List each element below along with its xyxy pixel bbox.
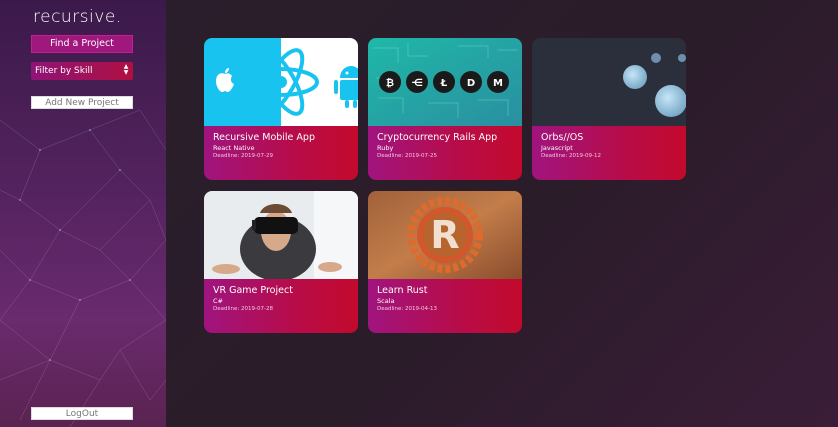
project-language: C# — [213, 297, 223, 305]
project-language: Ruby — [377, 144, 394, 152]
project-card[interactable]: R Learn Rust Scala Deadline: 2019-04-13 — [368, 191, 522, 333]
project-info: Learn Rust Scala Deadline: 2019-04-13 — [368, 279, 522, 333]
filter-by-skill-select[interactable]: Filter by Skill ▲ ▼ — [31, 62, 133, 80]
project-info: Orbs//OS Javascript Deadline: 2019-09-12 — [532, 126, 686, 180]
project-card[interactable]: ₿ ⋲ Ł D M Cryptocurrency Rails App Ruby … — [368, 38, 522, 180]
svg-text:⋲: ⋲ — [411, 78, 423, 89]
logout-button[interactable]: LogOut — [31, 407, 133, 420]
project-title: VR Game Project — [213, 285, 293, 296]
project-card[interactable]: Orbs//OS Javascript Deadline: 2019-09-12 — [532, 38, 686, 180]
vr-headset-icon — [254, 217, 298, 234]
project-image: R — [368, 191, 522, 279]
orb-icon — [623, 65, 647, 89]
project-image — [204, 38, 358, 126]
filter-label: Filter by Skill — [35, 66, 93, 76]
project-image — [532, 38, 686, 126]
project-title: Learn Rust — [377, 285, 428, 296]
project-info: Recursive Mobile App React Native Deadli… — [204, 126, 358, 180]
project-language: Javascript — [541, 144, 573, 152]
project-info: VR Game Project C# Deadline: 2019-07-28 — [204, 279, 358, 333]
project-deadline: Deadline: 2019-07-25 — [377, 153, 437, 159]
project-title: Cryptocurrency Rails App — [377, 132, 498, 143]
project-card[interactable]: VR Game Project C# Deadline: 2019-07-28 — [204, 191, 358, 333]
project-deadline: Deadline: 2019-04-13 — [377, 306, 437, 312]
project-deadline: Deadline: 2019-07-29 — [213, 153, 273, 159]
project-card[interactable]: Recursive Mobile App React Native Deadli… — [204, 38, 358, 180]
project-language: React Native — [213, 144, 255, 152]
add-new-project-button[interactable]: Add New Project — [31, 96, 133, 109]
select-arrows-icon: ▲ ▼ — [123, 63, 129, 76]
sidebar: recursive. Find a Project Filter by Skil… — [0, 0, 166, 427]
project-title: Orbs//OS — [541, 132, 584, 143]
project-info: Cryptocurrency Rails App Ruby Deadline: … — [368, 126, 522, 180]
find-project-button[interactable]: Find a Project — [31, 35, 133, 53]
app-logo: recursive. — [33, 7, 122, 27]
project-image — [204, 191, 358, 279]
svg-text:D: D — [467, 78, 475, 89]
project-image: ₿ ⋲ Ł D M — [368, 38, 522, 126]
project-deadline: Deadline: 2019-09-12 — [541, 153, 601, 159]
project-language: Scala — [377, 297, 395, 305]
svg-text:M: M — [493, 78, 503, 89]
svg-text:R: R — [430, 213, 459, 257]
svg-text:₿: ₿ — [386, 77, 394, 89]
project-title: Recursive Mobile App — [213, 132, 315, 143]
svg-text:Ł: Ł — [440, 78, 448, 89]
project-deadline: Deadline: 2019-07-28 — [213, 306, 273, 312]
